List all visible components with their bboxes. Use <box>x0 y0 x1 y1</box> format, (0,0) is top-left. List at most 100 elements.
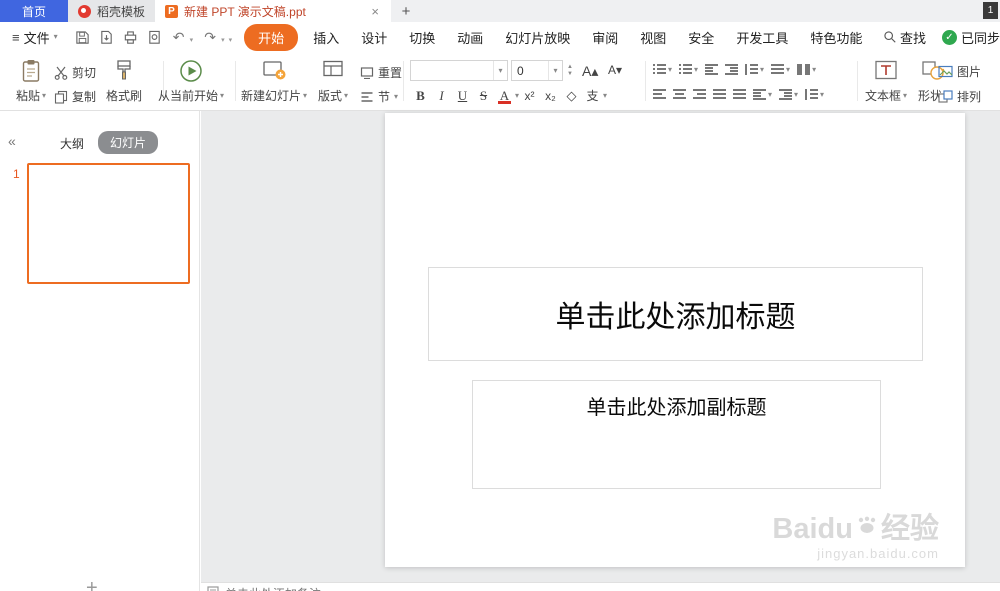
new-slide-button[interactable]: 新建幻灯片 ▾ <box>241 56 307 107</box>
customize-toolbar-icon[interactable]: ▾ <box>229 36 233 44</box>
italic-button[interactable]: I <box>431 85 452 106</box>
tab-view[interactable]: 视图 <box>629 24 677 51</box>
tab-slideshow[interactable]: 幻灯片放映 <box>494 24 581 51</box>
decrease-indent-button[interactable] <box>705 64 719 75</box>
arrange-button[interactable]: 排列 <box>938 88 981 105</box>
print-preview-icon[interactable] <box>144 26 166 48</box>
align-top-button[interactable]: ▾ <box>753 89 772 100</box>
tab-developer[interactable]: 开发工具 <box>725 24 799 51</box>
align-middle-button[interactable]: ▾ <box>779 89 798 100</box>
tab-start[interactable]: 开始 <box>244 23 299 51</box>
increase-font-size-button[interactable]: A▴ <box>582 63 598 80</box>
reset-label: 重置 <box>378 66 403 80</box>
tab-document[interactable]: P 新建 PPT 演示文稿.ppt × <box>155 0 392 22</box>
chevron-glyph: ▾ <box>768 89 773 99</box>
slide-editor[interactable]: 单击此处添加标题 单击此处添加副标题 Baidu 经验 jingyan.baid… <box>385 113 965 567</box>
increase-indent-button[interactable] <box>725 64 739 75</box>
format-painter-button[interactable]: 格式刷 <box>100 56 148 107</box>
text-box-button[interactable]: 文本框 ▾ <box>862 56 910 107</box>
cut-button[interactable]: 剪切 <box>54 64 96 81</box>
chevron-glyph: ▾ <box>786 64 791 74</box>
tab-design[interactable]: 设计 <box>350 24 398 51</box>
add-slide-button[interactable]: + <box>86 580 98 591</box>
tab-review[interactable]: 审阅 <box>581 24 629 51</box>
close-tab-icon[interactable]: × <box>369 4 381 19</box>
chevron-down-icon: ▾ <box>303 90 308 100</box>
new-tab-button[interactable]: + <box>391 0 421 22</box>
copy-label: 复制 <box>72 90 97 104</box>
chevron-glyph: ▾ <box>553 65 558 75</box>
tab-docer-templates[interactable]: 稻壳模板 <box>68 0 156 22</box>
tab-special-features[interactable]: 特色功能 <box>799 24 873 51</box>
ppt-file-icon: P <box>165 4 179 18</box>
save-icon[interactable] <box>72 26 94 48</box>
tab-transitions[interactable]: 切换 <box>398 24 446 51</box>
align-left-button[interactable] <box>653 89 666 100</box>
layout-button[interactable]: 版式 ▾ <box>309 56 357 107</box>
docer-logo-icon <box>78 4 91 18</box>
undo-dropdown-icon[interactable]: ▾ <box>190 36 194 44</box>
collapse-panel-button[interactable]: « <box>8 133 16 149</box>
output-icon[interactable] <box>96 26 118 48</box>
align-top-icon <box>753 89 766 100</box>
text-direction-button[interactable]: ▾ <box>771 64 790 75</box>
font-size-combobox[interactable]: 0 ▾ <box>511 60 563 81</box>
tab-slides[interactable]: 幻灯片 <box>98 131 159 154</box>
subscript-button[interactable]: x₂ <box>540 85 561 106</box>
decrease-font-size-button[interactable]: A▾ <box>608 63 622 77</box>
tab-outline[interactable]: 大纲 <box>60 135 84 152</box>
picture-button[interactable]: 图片 <box>938 63 981 80</box>
baidu-watermark: Baidu 经验 jingyan.baidu.com <box>772 515 939 562</box>
section-button[interactable]: 节 ▾ <box>360 88 398 105</box>
superscript-button[interactable]: x² <box>519 85 540 106</box>
align-center-button[interactable] <box>673 89 686 100</box>
arrange-icon <box>938 90 953 103</box>
numbered-list-icon <box>679 64 693 75</box>
line-spacing-button[interactable]: ▾ <box>745 64 764 75</box>
tab-home[interactable]: 首页 <box>0 0 68 22</box>
font-name-combobox[interactable]: ▾ <box>410 60 508 81</box>
clear-format-button[interactable]: ◇ <box>561 85 582 106</box>
tab-animation[interactable]: 动画 <box>446 24 494 51</box>
sync-status[interactable]: ✓ 已同步 <box>941 28 1000 47</box>
notification-badge[interactable]: 1 <box>983 2 998 19</box>
menu-bar: ≡ 文件 ▾ ↶ ▾ ↷ ▾ ▾ 开始 插入 设计 切换 动画 幻灯片放映 审阅… <box>0 22 1000 52</box>
paste-button[interactable]: 粘贴 ▾ <box>10 56 52 107</box>
underline-button[interactable]: U <box>452 85 473 106</box>
file-menu-button[interactable]: ≡ 文件 ▾ <box>12 28 58 47</box>
find-button[interactable]: 查找 <box>883 28 926 47</box>
slide-thumbnail[interactable] <box>27 163 190 284</box>
notes-bar[interactable]: 单击此处添加备注 <box>201 582 1000 591</box>
tab-security[interactable]: 安全 <box>677 24 725 51</box>
reset-button[interactable]: 重置 <box>360 64 402 81</box>
align-bottom-button[interactable]: ▾ <box>805 89 824 100</box>
undo-icon[interactable]: ↶ <box>168 26 190 48</box>
subtitle-placeholder[interactable]: 单击此处添加副标题 <box>472 380 881 489</box>
numbered-list-button[interactable]: ▾ <box>679 64 698 75</box>
chevron-glyph: ▾ <box>668 64 673 74</box>
strikethrough-button[interactable]: S <box>473 85 494 106</box>
print-icon[interactable] <box>120 26 142 48</box>
redo-dropdown-icon[interactable]: ▾ <box>221 36 225 44</box>
tab-insert[interactable]: 插入 <box>302 24 350 51</box>
bold-button[interactable]: B <box>410 85 431 106</box>
font-color-button[interactable]: A <box>494 85 515 106</box>
bullet-list-button[interactable]: ▾ <box>653 64 672 75</box>
redo-glyph: ↷ <box>204 29 216 45</box>
font-size-stepper[interactable]: ▲ ▼ <box>567 60 573 81</box>
play-from-current-button[interactable]: 从当前开始 ▾ <box>148 56 234 107</box>
text-tools-dropdown-icon[interactable]: ▾ <box>603 91 607 100</box>
align-right-button[interactable] <box>693 89 706 100</box>
redo-icon[interactable]: ↷ <box>199 26 221 48</box>
distribute-text-button[interactable] <box>733 89 746 100</box>
title-placeholder[interactable]: 单击此处添加标题 <box>428 267 923 361</box>
chevron-down-icon[interactable]: ▾ <box>493 61 507 80</box>
columns-button[interactable]: ▾ <box>797 64 816 75</box>
new-slide-label: 新建幻灯片 <box>240 89 301 103</box>
justify-button[interactable] <box>713 89 726 100</box>
scissors-icon <box>54 66 68 80</box>
text-tools-button[interactable]: 支 <box>582 85 603 106</box>
decrease-font-glyph: A▾ <box>608 63 623 77</box>
chevron-down-icon[interactable]: ▾ <box>548 61 562 80</box>
copy-button[interactable]: 复制 <box>54 88 96 105</box>
